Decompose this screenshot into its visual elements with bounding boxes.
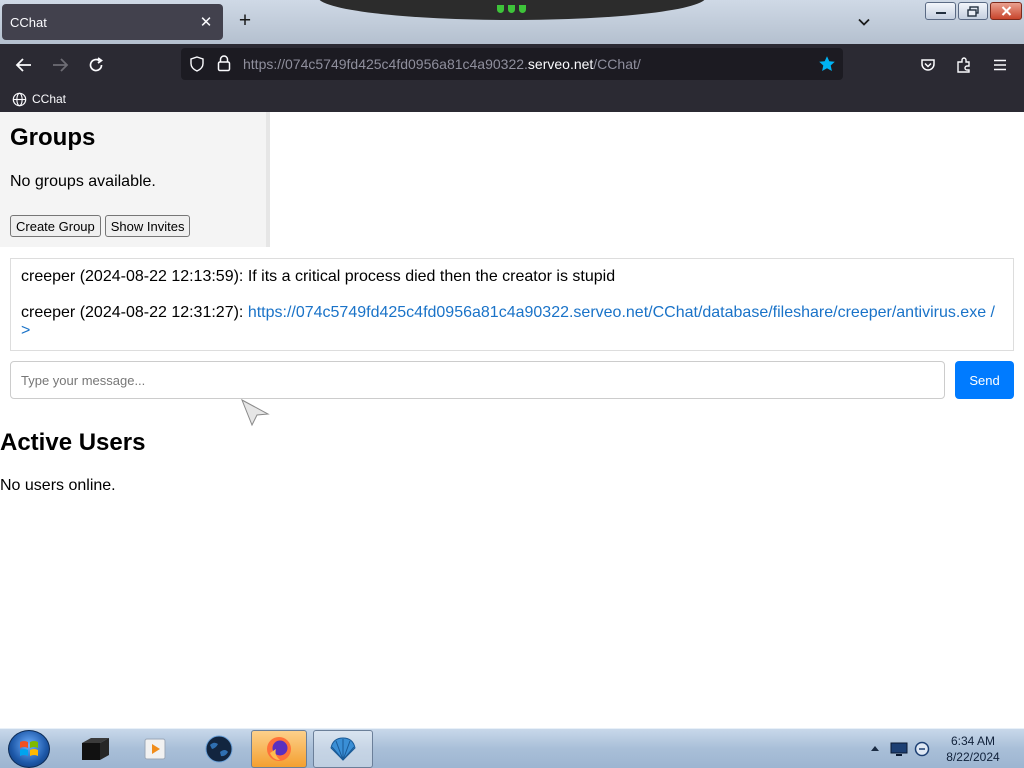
message-sender: creeper (2024-08-22 12:31:27): [21,304,248,321]
url-domain: serveo.net [527,56,594,72]
ornament-lights [496,5,526,17]
extensions-button[interactable] [951,53,977,77]
chevron-down-icon [858,18,870,26]
firefox-icon [267,737,291,761]
minimize-icon [935,12,946,14]
page-content: Groups No groups available. Create Group… [0,112,1024,728]
lock-icon[interactable] [217,55,231,72]
show-hidden-icons-icon[interactable] [871,745,879,751]
clock-date: 8/22/2024 [946,750,1000,764]
create-group-button[interactable]: Create Group [10,215,101,237]
reload-icon [89,57,103,72]
window-minimize-button[interactable] [925,2,956,20]
back-arrow-icon [15,58,31,72]
taskbar-firefox[interactable] [251,730,307,768]
url-path: /CChat/ [593,56,641,72]
window-restore-button[interactable] [958,2,988,20]
pocket-icon [921,59,935,71]
close-icon [1001,6,1011,16]
taskbar-globe-app[interactable] [190,730,248,768]
groups-heading: Groups [10,124,96,151]
bookmark-star-icon[interactable] [818,55,836,73]
back-button[interactable] [11,53,37,77]
tab-title: CChat [10,14,47,30]
active-users-heading: Active Users [0,429,146,456]
clock[interactable]: 6:34 AM 8/22/2024 [938,733,1008,765]
terminal-icon [82,738,109,760]
globe-icon [205,735,233,763]
message-list[interactable]: creeper (2024-08-22 12:13:59): If its a … [10,258,1014,351]
group-actions: Create Group Show Invites [10,215,191,237]
taskbar: 6:34 AM 8/22/2024 [0,728,1024,768]
tracking-shield-icon[interactable] [189,56,205,72]
forward-arrow-icon [53,58,69,72]
message-item: creeper (2024-08-22 12:13:59): If its a … [21,268,616,285]
pocket-button[interactable] [915,53,941,77]
users-empty-text: No users online. [0,477,116,494]
network-icon[interactable] [890,741,908,757]
message-item: creeper (2024-08-22 12:31:27): https://0… [21,304,1003,340]
tab-cchat[interactable]: CChat ✕ [2,4,223,40]
message-input[interactable] [10,361,945,399]
puzzle-icon [957,57,970,73]
restore-icon [967,5,979,17]
url-prefix: https://074c5749fd425c4fd0956a81c4a90322… [243,56,528,72]
send-button[interactable]: Send [955,361,1014,399]
taskbar-media-player[interactable] [126,730,184,768]
volume-icon[interactable] [914,741,930,757]
window-close-button[interactable] [990,2,1022,20]
tab-close-icon[interactable]: ✕ [197,13,215,31]
globe-icon [12,92,27,106]
taskbar-shell[interactable] [313,730,373,768]
start-button[interactable] [8,730,50,768]
groups-empty-text: No groups available. [10,173,156,190]
tab-list-button[interactable] [852,10,876,34]
groups-sidebar: Groups No groups available. Create Group… [0,112,270,247]
tab-bar: CChat ✕ + [0,0,1024,44]
shell-icon [330,737,356,761]
windows-logo-icon [20,741,38,756]
url-text[interactable]: https://074c5749fd425c4fd0956a81c4a90322… [243,56,641,72]
bookmark-cchat[interactable]: CChat [12,90,66,108]
new-tab-button[interactable]: + [234,9,256,32]
show-invites-button[interactable]: Show Invites [104,215,191,237]
media-player-icon [144,738,166,760]
address-bar[interactable]: https://074c5749fd425c4fd0956a81c4a90322… [181,48,843,80]
bookmark-label: CChat [32,92,67,106]
bookmarks-toolbar: CChat [0,86,1024,112]
forward-button[interactable] [47,53,73,77]
menu-button[interactable] [987,53,1013,77]
mouse-cursor-icon [241,398,270,427]
hamburger-icon [994,59,1006,71]
clock-time: 6:34 AM [950,734,996,748]
reload-button[interactable] [83,53,109,77]
taskbar-terminal[interactable] [66,730,124,768]
